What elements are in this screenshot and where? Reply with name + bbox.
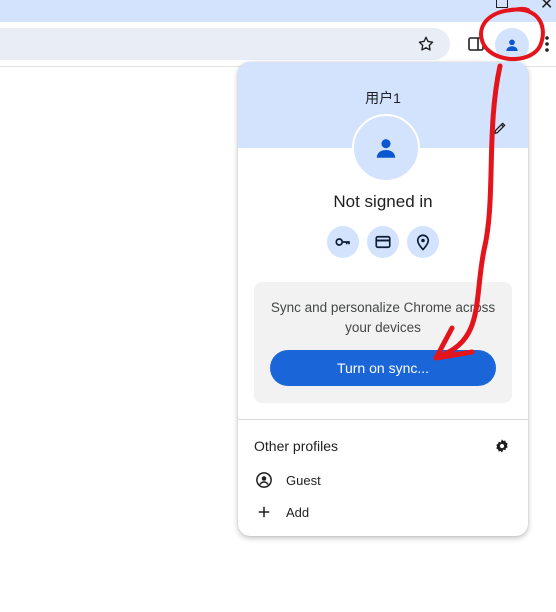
edit-icon[interactable] [490,118,510,138]
quick-actions [327,226,441,258]
profile-item-guest[interactable]: Guest [254,468,512,492]
other-profiles-heading: Other profiles [254,438,339,454]
location-icon[interactable] [407,226,439,258]
sync-description: Sync and personalize Chrome across your … [270,300,496,335]
profile-item-label: Add [286,504,310,520]
sign-in-status: Not signed in [333,192,433,211]
avatar [352,114,420,182]
title-bar: ✕ [0,0,556,22]
guest-icon [254,470,274,490]
credit-card-icon[interactable] [367,226,399,258]
maximize-icon[interactable] [496,0,508,8]
menu-icon[interactable] [541,32,553,56]
profile-name: 用户1 [365,90,401,106]
key-icon[interactable] [327,226,359,258]
profile-menu: 用户1 Not signed in Sync and personalize C… [238,62,528,536]
add-profile-button[interactable]: Add [254,500,512,524]
gear-icon[interactable] [492,436,512,456]
profile-icon[interactable] [495,28,529,62]
address-bar[interactable] [0,28,450,60]
close-icon[interactable]: ✕ [540,0,553,14]
star-icon[interactable] [414,32,438,56]
sync-card: Sync and personalize Chrome across your … [254,282,512,403]
browser-toolbar [0,22,556,67]
turn-on-sync-button[interactable]: Turn on sync... [270,350,496,386]
plus-icon [254,502,274,522]
divider [238,419,528,420]
side-panel-icon[interactable] [466,32,486,56]
profile-item-label: Guest [286,472,321,488]
